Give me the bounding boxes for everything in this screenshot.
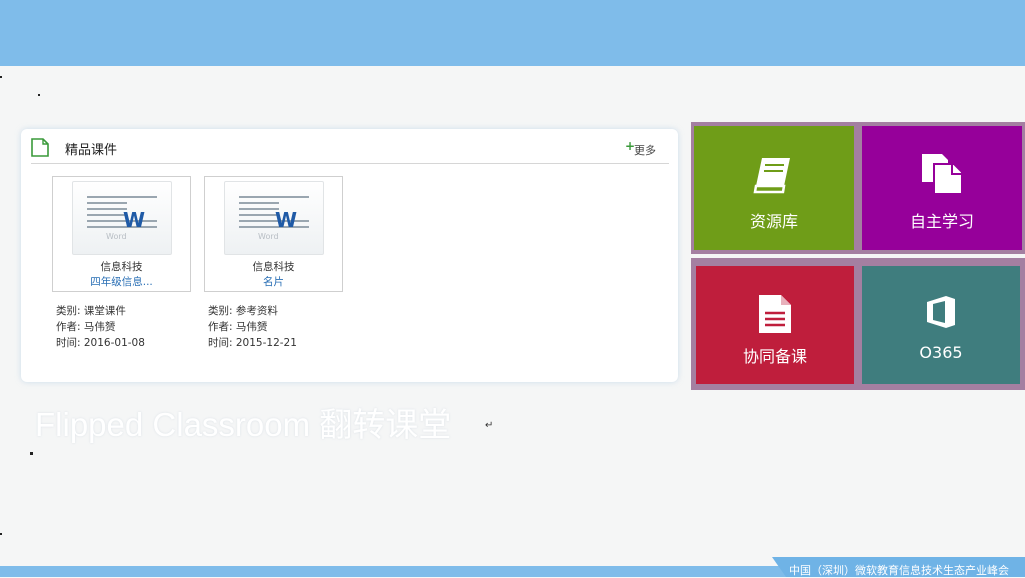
- item-time: 时间: 2016-01-08: [56, 337, 145, 349]
- word-label: Word: [258, 232, 279, 241]
- return-mark: ↵: [485, 420, 494, 431]
- more-link[interactable]: 更多: [634, 142, 656, 158]
- document-icon: [31, 138, 49, 157]
- bullet-dot: [0, 76, 2, 78]
- item-category: 类别: 参考资料: [208, 305, 278, 317]
- item-author: 作者: 马伟赟: [56, 321, 116, 333]
- item-subject: 信息科技: [100, 261, 143, 273]
- courseware-item[interactable]: W Word 信息科技 名片: [204, 176, 343, 292]
- book-icon: [753, 158, 790, 194]
- item-name-link[interactable]: 四年级信息...: [53, 274, 190, 289]
- word-label: Word: [106, 232, 127, 241]
- word-file-icon: W Word: [224, 181, 324, 255]
- tile-collaborative-prep[interactable]: 协同备课: [696, 266, 854, 384]
- item-meta: 类别: 课堂课件 作者: 马伟赟 时间: 2016-01-08: [56, 303, 145, 351]
- tile-label: 协同备课: [742, 347, 807, 366]
- word-logo: W: [275, 208, 298, 232]
- word-logo: W: [123, 208, 146, 232]
- office-icon: [927, 296, 955, 328]
- tile-label: 资源库: [749, 212, 798, 231]
- item-time: 时间: 2015-12-21: [208, 337, 297, 349]
- footer-text: 中国（深圳）微软教育信息技术生态产业峰会: [789, 564, 1009, 577]
- item-meta: 类别: 参考资料 作者: 马伟赟 时间: 2015-12-21: [208, 303, 297, 351]
- document-icon: [759, 295, 791, 333]
- item-category: 类别: 课堂课件: [56, 305, 126, 317]
- slide-caption: Flipped Classroom 翻转课堂: [35, 406, 452, 443]
- tile-label: O365: [919, 343, 963, 362]
- top-banner: [0, 0, 1025, 66]
- item-subject: 信息科技: [252, 261, 295, 273]
- panel-header: 精品课件 + 更多: [31, 137, 669, 164]
- word-file-icon: W Word: [72, 181, 172, 255]
- courseware-panel: 精品课件 + 更多 W Word 信息科技 四年级信息... 类别: 课堂课件 …: [21, 129, 678, 382]
- item-author: 作者: 马伟赟: [208, 321, 268, 333]
- tile-self-learning[interactable]: 自主学习: [862, 126, 1022, 250]
- panel-title: 精品课件: [65, 143, 118, 158]
- tile-o365[interactable]: O365: [862, 266, 1020, 384]
- bullet-dot: [0, 533, 2, 535]
- bullet-dot: [30, 452, 33, 455]
- copy-icon: [922, 154, 963, 195]
- bullet-dot: [38, 94, 40, 96]
- tile-resource-library[interactable]: 资源库: [694, 126, 854, 250]
- item-name-link[interactable]: 名片: [205, 274, 342, 289]
- courseware-item[interactable]: W Word 信息科技 四年级信息...: [52, 176, 191, 292]
- tile-label: 自主学习: [909, 212, 974, 231]
